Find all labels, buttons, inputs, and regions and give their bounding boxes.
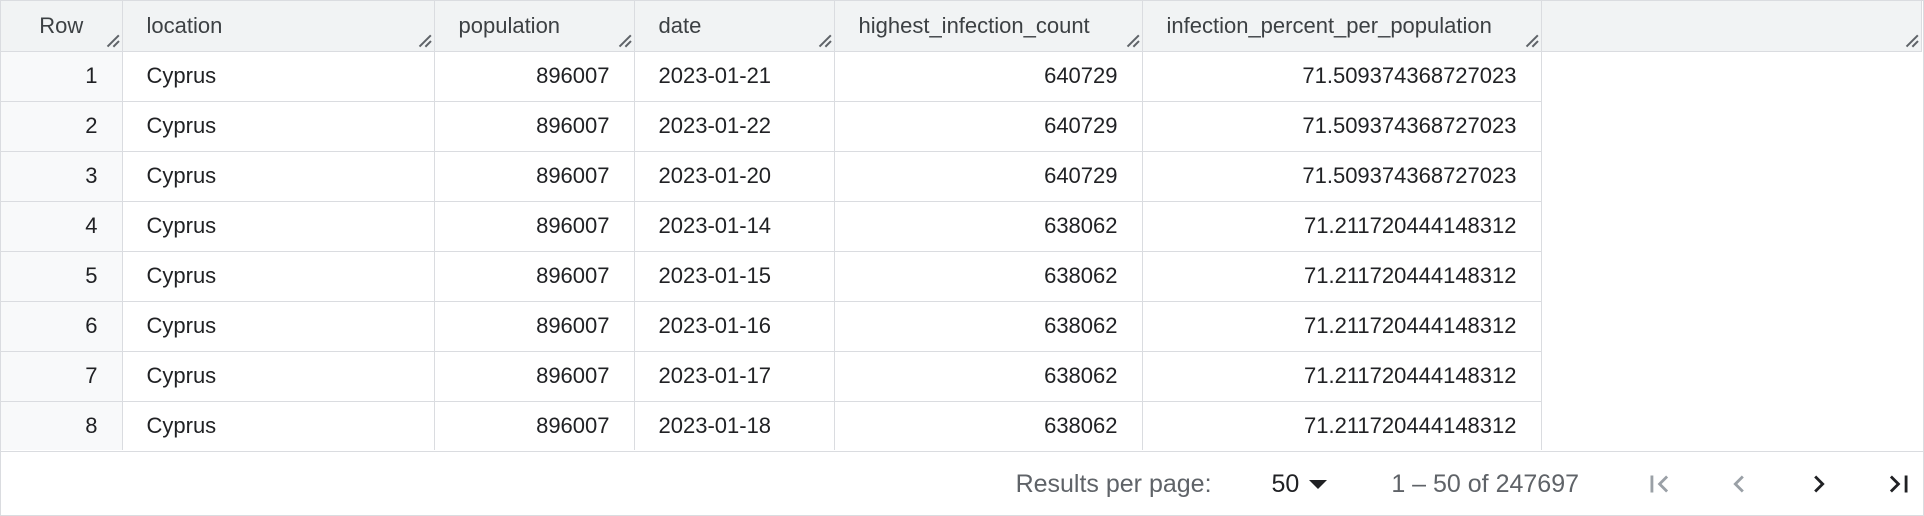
column-header-date[interactable]: date	[634, 1, 835, 52]
dropdown-arrow-icon	[1309, 479, 1328, 489]
infection-percent-cell[interactable]: 71.211720444148312	[1142, 401, 1542, 450]
empty-cell	[1541, 151, 1921, 201]
location-cell[interactable]: Cyprus	[122, 151, 435, 202]
column-resize-handle[interactable]	[617, 34, 631, 48]
highest-infection-count-cell[interactable]: 638062	[834, 201, 1143, 252]
results-grid: Row location population date highest_inf…	[1, 1, 1923, 450]
next-page-icon	[1814, 475, 1825, 493]
date-cell[interactable]: 2023-01-21	[634, 51, 835, 102]
population-cell[interactable]: 896007	[434, 401, 635, 450]
row-number-cell: 2	[1, 101, 123, 152]
column-header-population[interactable]: population	[434, 1, 635, 52]
infection-percent-cell[interactable]: 71.509374368727023	[1142, 101, 1542, 152]
first-page-button[interactable]	[1639, 464, 1679, 504]
location-cell[interactable]: Cyprus	[122, 301, 435, 352]
column-resize-handle[interactable]	[1904, 34, 1918, 48]
column-header-infection-percent-per-population[interactable]: infection_percent_per_population	[1142, 1, 1542, 52]
row-number-cell: 5	[1, 251, 123, 302]
highest-infection-count-cell[interactable]: 638062	[834, 351, 1143, 402]
highest-infection-count-cell[interactable]: 640729	[834, 101, 1143, 152]
results-per-page-label: Results per page:	[1015, 469, 1212, 498]
table-row: 3 Cyprus 896007 2023-01-20 640729 71.509…	[1, 151, 1921, 202]
column-header-location[interactable]: location	[122, 1, 435, 52]
highest-infection-count-cell[interactable]: 638062	[834, 301, 1143, 352]
empty-cell	[1541, 101, 1921, 151]
population-cell[interactable]: 896007	[434, 51, 635, 102]
date-cell[interactable]: 2023-01-17	[634, 351, 835, 402]
empty-cell	[1541, 201, 1921, 251]
table-row: 1 Cyprus 896007 2023-01-21 640729 71.509…	[1, 51, 1921, 102]
table-row: 8 Cyprus 896007 2023-01-18 638062 71.211…	[1, 401, 1921, 450]
location-cell[interactable]: Cyprus	[122, 401, 435, 450]
previous-page-button[interactable]	[1719, 464, 1759, 504]
first-page-icon	[1650, 475, 1669, 493]
last-page-icon	[1889, 475, 1908, 493]
previous-page-icon	[1733, 475, 1744, 493]
last-page-button[interactable]	[1879, 464, 1919, 504]
column-header-highest-infection-count[interactable]: highest_infection_count	[834, 1, 1143, 52]
population-cell[interactable]: 896007	[434, 101, 635, 152]
highest-infection-count-cell[interactable]: 640729	[834, 151, 1143, 202]
population-cell[interactable]: 896007	[434, 201, 635, 252]
infection-percent-cell[interactable]: 71.211720444148312	[1142, 351, 1542, 402]
header-row: Row location population date highest_inf…	[1, 1, 1922, 52]
date-cell[interactable]: 2023-01-18	[634, 401, 835, 450]
highest-infection-count-cell[interactable]: 640729	[834, 51, 1143, 102]
population-cell[interactable]: 896007	[434, 351, 635, 402]
date-cell[interactable]: 2023-01-15	[634, 251, 835, 302]
row-number-cell: 4	[1, 201, 123, 252]
next-page-button[interactable]	[1799, 464, 1839, 504]
pagination-range: 1 – 50 of 247697	[1391, 469, 1579, 498]
location-cell[interactable]: Cyprus	[122, 51, 435, 102]
empty-cell	[1541, 51, 1921, 101]
table-row: 4 Cyprus 896007 2023-01-14 638062 71.211…	[1, 201, 1921, 252]
location-cell[interactable]: Cyprus	[122, 351, 435, 402]
column-resize-handle[interactable]	[417, 34, 431, 48]
location-cell[interactable]: Cyprus	[122, 251, 435, 302]
results-per-page-value: 50	[1271, 469, 1300, 498]
date-cell[interactable]: 2023-01-20	[634, 151, 835, 202]
column-resize-handle[interactable]	[1125, 34, 1139, 48]
column-header-empty	[1541, 1, 1922, 52]
pagination-bar: Results per page: 50 1 – 50 of 247697	[1, 451, 1923, 516]
column-header-row[interactable]: Row	[1, 1, 123, 52]
highest-infection-count-cell[interactable]: 638062	[834, 401, 1143, 450]
population-cell[interactable]: 896007	[434, 151, 635, 202]
table-row: 2 Cyprus 896007 2023-01-22 640729 71.509…	[1, 101, 1921, 152]
date-cell[interactable]: 2023-01-14	[634, 201, 835, 252]
location-cell[interactable]: Cyprus	[122, 201, 435, 252]
table-row: 7 Cyprus 896007 2023-01-17 638062 71.211…	[1, 351, 1921, 402]
infection-percent-cell[interactable]: 71.211720444148312	[1142, 251, 1542, 302]
column-resize-handle[interactable]	[1524, 34, 1538, 48]
empty-cell	[1541, 351, 1921, 401]
population-cell[interactable]: 896007	[434, 301, 635, 352]
row-number-cell: 7	[1, 351, 123, 402]
highest-infection-count-cell[interactable]: 638062	[834, 251, 1143, 302]
results-per-page-select[interactable]: 50	[1272, 470, 1328, 499]
date-cell[interactable]: 2023-01-22	[634, 101, 835, 152]
infection-percent-cell[interactable]: 71.211720444148312	[1142, 201, 1542, 252]
infection-percent-cell[interactable]: 71.211720444148312	[1142, 301, 1542, 352]
column-resize-handle[interactable]	[105, 34, 119, 48]
location-cell[interactable]: Cyprus	[122, 101, 435, 152]
results-table: Row location population date highest_inf…	[1, 1, 1922, 450]
row-number-cell: 8	[1, 401, 123, 450]
column-resize-handle[interactable]	[817, 34, 831, 48]
empty-cell	[1541, 251, 1921, 301]
table-row: 5 Cyprus 896007 2023-01-15 638062 71.211…	[1, 251, 1921, 302]
infection-percent-cell[interactable]: 71.509374368727023	[1142, 151, 1542, 202]
date-cell[interactable]: 2023-01-16	[634, 301, 835, 352]
empty-cell	[1541, 401, 1921, 450]
row-number-cell: 3	[1, 151, 123, 202]
row-number-cell: 1	[1, 51, 123, 102]
infection-percent-cell[interactable]: 71.509374368727023	[1142, 51, 1542, 102]
empty-cell	[1541, 301, 1921, 351]
row-number-cell: 6	[1, 301, 123, 352]
table-row: 6 Cyprus 896007 2023-01-16 638062 71.211…	[1, 301, 1921, 352]
population-cell[interactable]: 896007	[434, 251, 635, 302]
